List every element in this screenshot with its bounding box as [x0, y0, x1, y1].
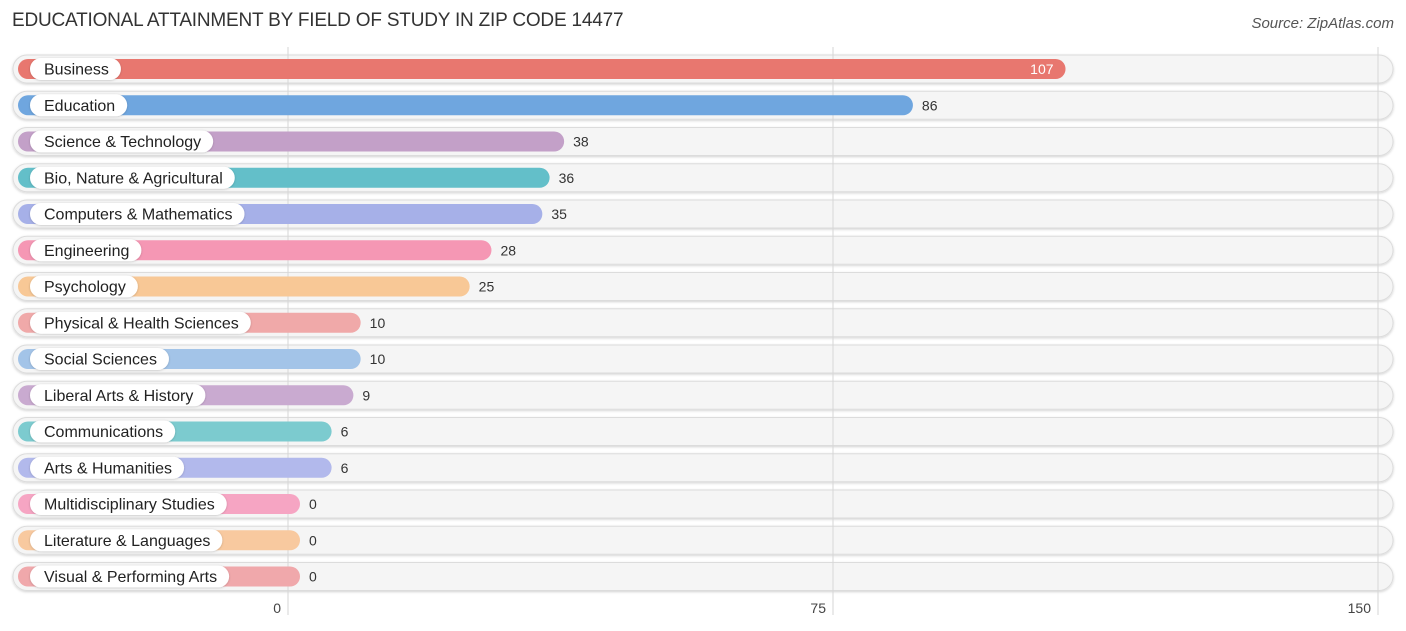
category-label: Social Sciences — [44, 352, 157, 369]
category-label: Multidisciplinary Studies — [44, 497, 215, 514]
value-label: 0 — [309, 496, 317, 512]
category-label: Arts & Humanities — [44, 460, 172, 477]
category-label: Business — [44, 62, 109, 79]
x-tick-label: 150 — [1348, 600, 1372, 616]
category-label: Computers & Mathematics — [44, 207, 233, 224]
category-label: Visual & Performing Arts — [44, 569, 217, 586]
value-label: 6 — [341, 460, 349, 476]
category-label: Physical & Health Sciences — [44, 315, 239, 332]
category-label: Literature & Languages — [44, 533, 210, 550]
value-label: 10 — [370, 351, 386, 367]
value-label: 35 — [551, 206, 567, 222]
category-label: Science & Technology — [44, 134, 201, 151]
value-label: 9 — [362, 387, 370, 403]
x-tick-label: 75 — [810, 600, 826, 616]
category-label: Communications — [44, 424, 163, 441]
value-label: 38 — [573, 134, 589, 150]
category-label: Liberal Arts & History — [44, 388, 193, 405]
value-label: 0 — [309, 569, 317, 585]
value-label: 25 — [479, 279, 495, 295]
bar — [18, 59, 1066, 79]
category-label: Education — [44, 98, 115, 115]
value-label: 107 — [1030, 61, 1054, 77]
value-label: 6 — [341, 424, 349, 440]
value-label: 36 — [559, 170, 575, 186]
category-label: Psychology — [44, 279, 126, 296]
value-label: 86 — [922, 97, 938, 113]
value-label: 0 — [309, 532, 317, 548]
x-tick-label: 0 — [273, 600, 281, 616]
value-label: 10 — [370, 315, 386, 331]
category-label: Bio, Nature & Agricultural — [44, 170, 223, 187]
bar — [18, 95, 913, 116]
value-label: 28 — [500, 242, 516, 258]
category-label: Engineering — [44, 243, 129, 260]
bar-chart: Business 107 Education 86 Science & Technolo… — [12, 47, 1394, 616]
